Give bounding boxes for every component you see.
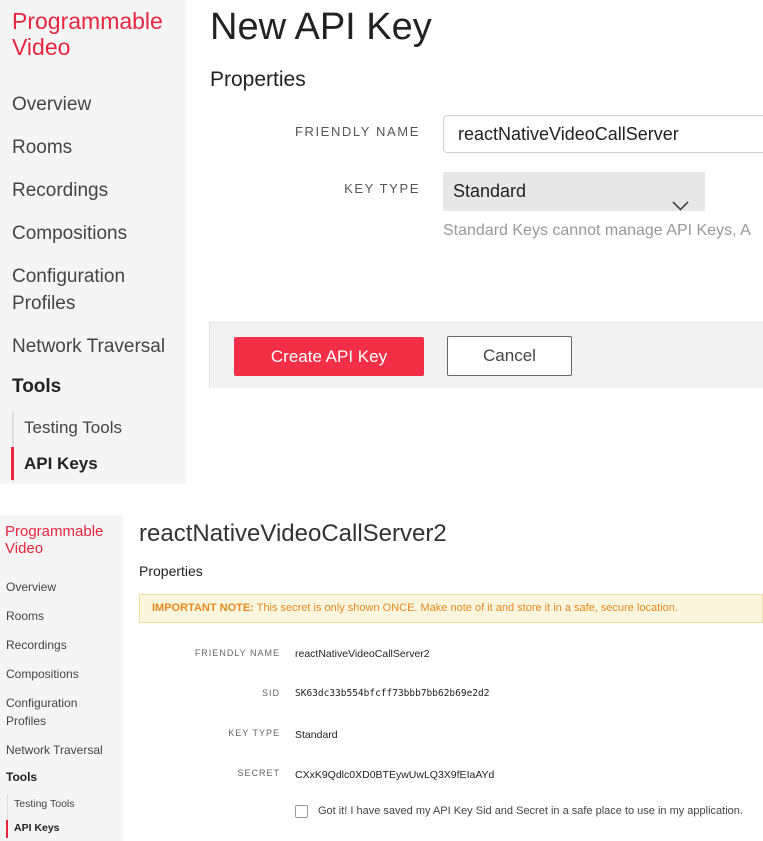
bottom-section-heading-properties: Properties <box>139 563 203 579</box>
friendly-name-value: reactNativeVideoCallServer2 <box>295 648 430 660</box>
top-sidebar-active-indicator <box>11 447 14 480</box>
bottom-sidebar-item-tools[interactable]: Tools <box>6 770 37 784</box>
bottom-sidebar-item-overview[interactable]: Overview <box>6 578 56 596</box>
top-sidebar-item-rooms[interactable]: Rooms <box>12 134 72 161</box>
confirm-saved-checkbox[interactable] <box>295 805 308 818</box>
secret-value: CXxK9Qdlc0XD0BTEywUwLQ3X9fEIaAYd <box>295 769 495 781</box>
bottom-sidebar-item-api-keys[interactable]: API Keys <box>14 822 60 834</box>
page-title: New API Key <box>210 6 432 48</box>
bottom-sidebar-brand[interactable]: Programmable Video <box>5 523 117 557</box>
top-sidebar-item-testing-tools[interactable]: Testing Tools <box>24 418 122 438</box>
bottom-sidebar-item-rooms[interactable]: Rooms <box>6 607 44 625</box>
top-sidebar-item-recordings[interactable]: Recordings <box>12 177 108 204</box>
top-sidebar-item-configuration-profiles[interactable]: Configuration Profiles <box>12 263 152 317</box>
important-note-banner: IMPORTANT NOTE: This secret is only show… <box>139 594 763 623</box>
top-sidebar-item-overview[interactable]: Overview <box>12 91 91 118</box>
bottom-sidebar-item-testing-tools[interactable]: Testing Tools <box>14 798 75 810</box>
confirm-saved-label[interactable]: Got it! I have saved my API Key Sid and … <box>318 805 743 817</box>
friendly-name-input[interactable]: reactNativeVideoCallServer <box>443 115 763 153</box>
section-heading-properties: Properties <box>210 68 306 91</box>
key-type-help-text: Standard Keys cannot manage API Keys, A <box>443 222 751 239</box>
api-key-title: reactNativeVideoCallServer2 <box>139 520 447 547</box>
chevron-down-icon <box>672 186 689 225</box>
bottom-friendly-name-label: FRIENDLY NAME <box>194 648 280 658</box>
create-api-key-button[interactable]: Create API Key <box>234 337 424 376</box>
sid-value: SK63dc33b554bfcff73bbb7bb62b69e2d2 <box>295 688 490 699</box>
bottom-sidebar-item-configuration-profiles[interactable]: Configuration Profiles <box>6 694 101 730</box>
sid-label: SID <box>261 688 280 698</box>
key-type-selected-value: Standard <box>453 181 527 201</box>
friendly-name-label: FRIENDLY NAME <box>294 124 420 139</box>
top-sidebar-item-tools[interactable]: Tools <box>12 376 61 398</box>
bottom-sidebar-item-recordings[interactable]: Recordings <box>6 636 67 654</box>
top-sidebar-item-network-traversal[interactable]: Network Traversal <box>12 333 165 360</box>
key-type-value: Standard <box>295 729 338 741</box>
top-sidebar-item-api-keys[interactable]: API Keys <box>24 454 98 474</box>
important-note-label: IMPORTANT NOTE: <box>152 602 254 614</box>
key-type-label: KEY TYPE <box>344 181 420 196</box>
bottom-sidebar-item-network-traversal[interactable]: Network Traversal <box>6 741 103 759</box>
important-note-text: This secret is only shown ONCE. Make not… <box>253 602 678 614</box>
bottom-key-type-label: KEY TYPE <box>228 728 280 738</box>
cancel-button[interactable]: Cancel <box>447 336 572 376</box>
bottom-sidebar-active-indicator <box>6 820 8 838</box>
secret-label: SECRET <box>237 768 280 778</box>
bottom-sidebar-item-compositions[interactable]: Compositions <box>6 665 79 683</box>
top-sidebar-brand[interactable]: Programmable Video <box>12 8 177 60</box>
top-sidebar-item-compositions[interactable]: Compositions <box>12 220 127 247</box>
key-type-select[interactable]: Standard <box>443 172 705 211</box>
